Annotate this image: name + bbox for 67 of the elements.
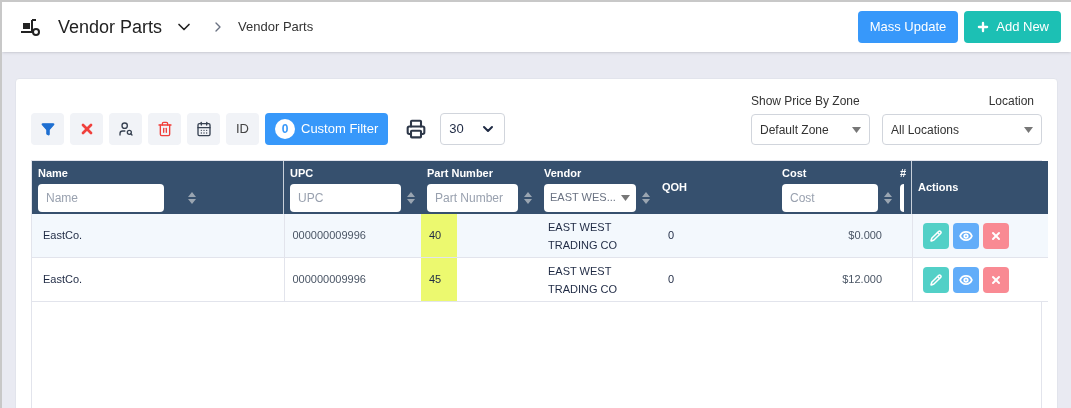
eye-icon — [958, 272, 973, 287]
edit-button[interactable] — [922, 266, 949, 293]
column-label: Vendor — [544, 166, 583, 181]
column-label: Actions — [918, 181, 959, 193]
column-label: QOH — [662, 181, 688, 193]
close-icon — [989, 229, 1002, 242]
highlighted-cell: 40 — [421, 214, 457, 257]
eye-icon — [958, 228, 973, 243]
print-icon[interactable] — [406, 119, 427, 139]
column-filter-field[interactable]: UPC — [290, 183, 401, 212]
column-filter-field[interactable]: Name — [38, 183, 164, 212]
forklift-icon — [20, 18, 42, 36]
column-label: Cost — [782, 166, 808, 181]
table-cell: EastCo. — [43, 229, 83, 242]
column-label: # — [900, 166, 908, 181]
table-cell: EastCo. — [43, 273, 83, 286]
table-cell-text: EAST WEST TRADING CO — [548, 263, 619, 297]
table-cell: $0.000 — [848, 229, 882, 242]
sort-icon[interactable] — [642, 191, 650, 204]
column-filter-field[interactable]: Cost — [782, 183, 878, 212]
person-icon — [117, 121, 134, 137]
filter-count-badge: 0 — [275, 119, 295, 139]
tool-button[interactable] — [109, 113, 142, 145]
column-filter-field[interactable] — [900, 183, 904, 212]
breadcrumb-item[interactable]: Vendor Parts — [238, 17, 314, 37]
zone-label: Show Price By Zone — [751, 93, 861, 110]
plus-icon — [976, 20, 991, 34]
close-icon — [989, 273, 1002, 286]
table-cell: 000000009996 — [292, 229, 366, 242]
location-label: Location — [988, 93, 1035, 110]
delete-button[interactable] — [982, 222, 1009, 249]
view-button[interactable] — [952, 222, 979, 249]
sort-icon[interactable] — [524, 191, 532, 204]
caret-icon — [852, 126, 861, 133]
sort-icon[interactable] — [188, 191, 196, 204]
view-button[interactable] — [952, 266, 979, 293]
table-cell-text: EAST WEST TRADING CO — [548, 219, 619, 253]
table-cell: 000000009996 — [292, 273, 366, 286]
caret-icon — [1024, 126, 1033, 133]
tool-button[interactable] — [31, 113, 64, 145]
column-label: Name — [38, 166, 69, 181]
trash-icon — [156, 121, 173, 137]
id-button[interactable]: ID — [226, 113, 259, 145]
calendar-icon — [195, 121, 212, 137]
sort-icon[interactable] — [884, 191, 892, 204]
location-select[interactable]: All Locations — [882, 114, 1042, 145]
highlighted-cell: 45 — [421, 258, 457, 301]
table-cell: 0 — [668, 273, 675, 286]
vendor-filter-select[interactable]: EAST WES... — [544, 183, 636, 212]
caret-icon — [621, 194, 630, 201]
page-title: Vendor Parts — [58, 15, 163, 39]
tool-button[interactable] — [187, 113, 220, 145]
edit-button[interactable] — [922, 222, 949, 249]
page-size-select[interactable]: 30 — [440, 113, 506, 145]
table-row[interactable]: EastCo. 000000009996 45 EAST WEST TRADING CO 0 $12.000 — [32, 257, 1048, 302]
zone-select[interactable]: Default Zone — [751, 114, 870, 145]
column-label: Part Number — [427, 166, 495, 181]
pencil-icon — [929, 229, 942, 242]
table-cell: $12.000 — [842, 273, 882, 286]
delete-button[interactable] — [982, 266, 1009, 293]
sort-icon[interactable] — [407, 191, 415, 204]
filter-icon — [40, 122, 55, 136]
pencil-icon — [929, 273, 942, 286]
table-row[interactable]: EastCo. 000000009996 40 EAST WEST TRADING CO 0 $0.000 — [32, 214, 1048, 258]
column-label: UPC — [290, 166, 315, 181]
column-filter-field[interactable]: Part Number — [427, 183, 518, 212]
table-cell: 0 — [668, 229, 675, 242]
